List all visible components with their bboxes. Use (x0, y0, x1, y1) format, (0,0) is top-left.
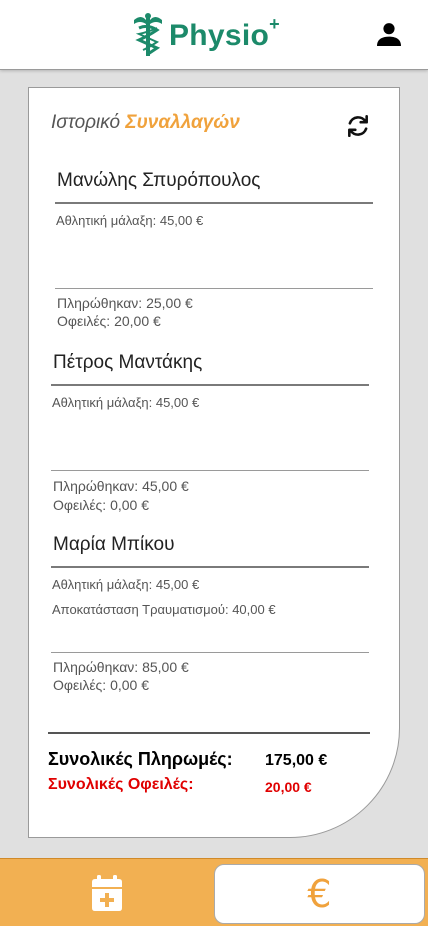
divider (51, 566, 369, 568)
divider (55, 288, 373, 289)
total-payments-value: 175,00 € (265, 752, 328, 769)
bottom-nav: € (0, 858, 428, 926)
service-line: Αθλητική μάλαξη: 45,00 € (52, 577, 200, 592)
client-name[interactable]: Μανώλης Σπυρόπουλος (57, 170, 260, 192)
service-line: Αθλητική μάλαξη: 45,00 € (52, 395, 200, 410)
divider (55, 202, 373, 204)
card-title: Ιστορικό Συναλλαγών (51, 112, 240, 133)
brand-plus: + (269, 14, 280, 34)
total-payments-label: Συνολικές Πληρωμές: (48, 749, 233, 769)
user-icon (377, 23, 401, 46)
app-logo[interactable]: Physio+ (131, 11, 280, 59)
user-profile-button[interactable] (373, 18, 405, 50)
paid-amount: Πληρώθηκαν: 45,00 € (53, 478, 189, 494)
client-name[interactable]: Μαρία Μπίκου (53, 534, 175, 556)
service-line: Αθλητική μάλαξη: 45,00 € (56, 213, 204, 228)
tab-payments[interactable]: € (214, 864, 425, 924)
paid-amount: Πληρώθηκαν: 85,00 € (53, 659, 189, 675)
service-line: Αποκατάσταση Τραυματισμού: 40,00 € (52, 602, 276, 617)
paid-amount: Πληρώθηκαν: 25,00 € (57, 295, 193, 311)
client-name[interactable]: Πέτρος Μαντάκης (53, 352, 202, 374)
owed-amount: Οφειλές: 0,00 € (53, 497, 150, 513)
refresh-button[interactable] (345, 113, 371, 139)
calendar-add-icon (92, 875, 122, 911)
divider (51, 652, 369, 653)
app-header: Physio+ (0, 0, 428, 70)
transaction-history-card: Ιστορικό Συναλλαγών Μανώλης Σπυρόπουλος … (28, 87, 400, 838)
owed-amount: Οφειλές: 0,00 € (53, 677, 150, 693)
owed-amount: Οφειλές: 20,00 € (57, 313, 161, 329)
refresh-icon (348, 114, 368, 138)
caduceus-icon (134, 13, 162, 56)
tab-appointments[interactable] (0, 859, 214, 926)
total-debts-label: Συνολικές Οφειλές: (48, 776, 194, 793)
totals-divider (48, 732, 370, 734)
divider (51, 384, 369, 386)
total-debts-value: 20,00 € (265, 779, 312, 795)
brand-name: Physio+ (169, 14, 280, 52)
euro-icon: € (307, 872, 332, 916)
divider (51, 470, 369, 471)
